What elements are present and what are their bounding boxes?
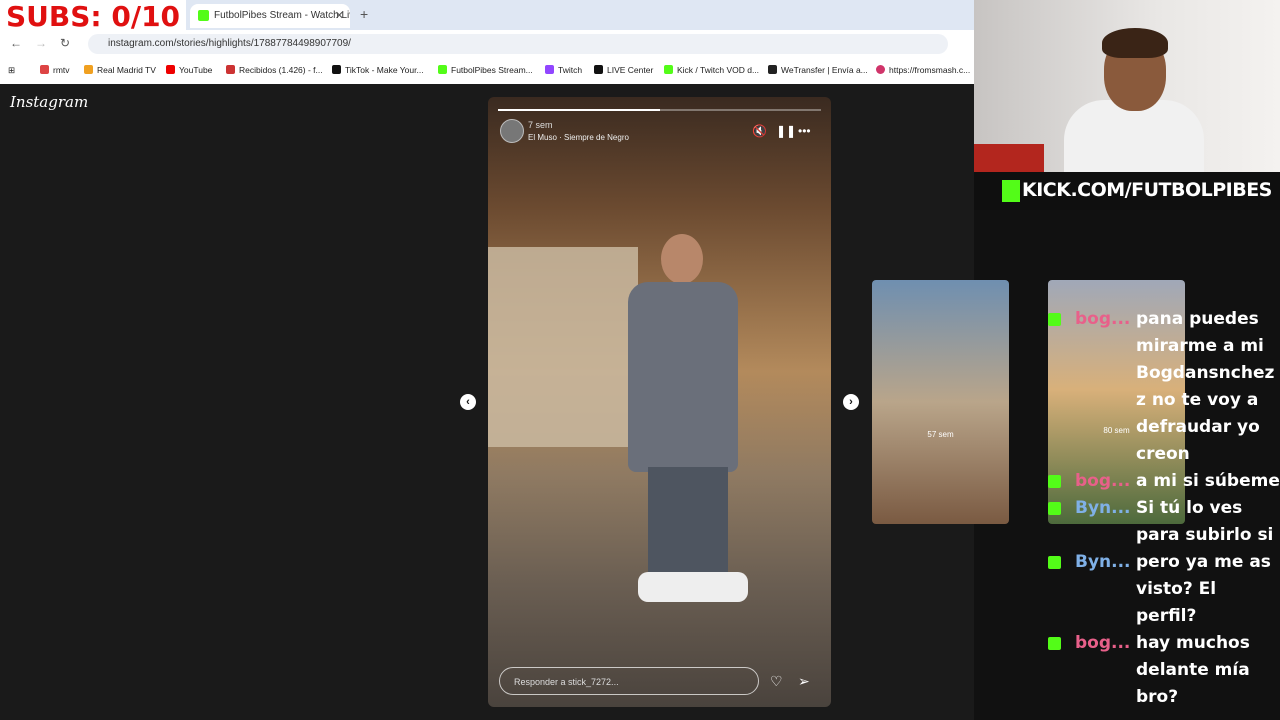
story-viewer[interactable]: 7 sem El Muso · Siempre de Negro 🔇 ❚❚ ••… [488, 97, 831, 707]
send-icon[interactable]: ➢ [798, 673, 810, 690]
story-song[interactable]: El Muso · Siempre de Negro [528, 133, 629, 142]
chat-message: bog... a mi si súbeme [1042, 468, 1280, 495]
thumb-1-time: 57 sem [927, 430, 954, 439]
forward-icon[interactable]: → [35, 36, 47, 50]
kick-url: KICK.COM/FUTBOLPIBES [1022, 179, 1272, 201]
more-options-icon[interactable]: ••• [798, 124, 811, 138]
chat-text: Si tú lo ves para subirlo si [1136, 498, 1274, 545]
story-avatar[interactable] [500, 119, 524, 143]
kick-banner: KICK.COM/FUTBOLPIBES [974, 172, 1280, 210]
bookmark-kick-twitch-vod[interactable]: Kick / Twitch VOD d... [664, 65, 759, 75]
instagram-page: Instagram 7 sem El Muso · Siempre de Neg… [0, 84, 1185, 720]
chat-message: bog... hay muchos delante mía bro? [1042, 630, 1280, 711]
kick-badge-icon [1048, 313, 1061, 326]
chat-overlay: bog... pana puedes mirarme a mi Bogdansn… [1042, 306, 1280, 711]
apps-icon[interactable]: ⊞ [8, 65, 15, 76]
previous-story-button[interactable]: ‹ [460, 394, 476, 410]
webcam-red-object [974, 144, 1044, 172]
bookmark-tiktok[interactable]: TikTok - Make Your... [332, 65, 424, 75]
next-story-thumb-1[interactable]: 57 sem [872, 280, 1009, 524]
bookmark-live-center[interactable]: LIVE Center [594, 65, 653, 75]
story-progress-fill [498, 109, 660, 111]
kick-badge-icon [1048, 556, 1061, 569]
chat-message: Byn... Si tú lo ves para subirlo si [1042, 495, 1280, 549]
kick-badge-icon [1048, 502, 1061, 515]
kick-logo-icon [1002, 180, 1020, 202]
bookmark-rmtv[interactable]: rmtv [40, 65, 70, 75]
story-image-person-legs [648, 467, 728, 577]
chat-username: bog... [1075, 633, 1131, 653]
address-bar[interactable]: instagram.com/stories/highlights/1788778… [88, 34, 948, 54]
story-image-wall [488, 247, 638, 447]
reply-input[interactable]: Responder a stick_7272... [499, 667, 759, 695]
back-icon[interactable]: ← [10, 36, 22, 50]
kick-badge-icon [1048, 637, 1061, 650]
bookmark-fromsmash[interactable]: https://fromsmash.c... [876, 65, 970, 75]
bookmark-gmail[interactable]: Recibidos (1.426) - f... [226, 65, 323, 75]
chat-message: Byn... pero ya me as visto? El perfil? [1042, 549, 1280, 630]
bookmark-futbolpibes[interactable]: FutbolPibes Stream... [438, 65, 533, 75]
bookmarks-bar: ⊞ rmtv Real Madrid TV YouTube Recibidos … [0, 58, 974, 85]
webcam-person-hair [1102, 28, 1168, 58]
webcam-feed [974, 0, 1280, 172]
subs-counter: SUBS: 0/10 [0, 0, 187, 34]
heart-icon[interactable]: ♡ [770, 673, 783, 690]
instagram-logo[interactable]: Instagram [10, 93, 88, 111]
chat-username: bog... [1075, 309, 1131, 329]
mute-icon[interactable]: 🔇 [752, 124, 767, 138]
tab-title: FutbolPibes Stream - Watch Liv [214, 10, 350, 21]
chat-username: bog... [1075, 471, 1131, 491]
kick-favicon-icon [198, 10, 209, 21]
pause-icon[interactable]: ❚❚ [776, 124, 796, 138]
chat-username: Byn... [1075, 552, 1131, 572]
story-progress-bar [498, 109, 821, 111]
bookmark-wetransfer[interactable]: WeTransfer | Envía a... [768, 65, 868, 75]
story-image-person-body [628, 282, 738, 472]
chat-message: bog... pana puedes mirarme a mi Bogdansn… [1042, 306, 1280, 468]
chat-username: Byn... [1075, 498, 1131, 518]
next-story-button[interactable]: › [843, 394, 859, 410]
story-image-person-head [661, 234, 703, 284]
story-image-shoes [638, 572, 748, 602]
bookmark-real-madrid-tv[interactable]: Real Madrid TV [84, 65, 156, 75]
chat-text: pana puedes mirarme a mi Bogdansnchez z … [1136, 309, 1275, 464]
reload-icon[interactable]: ↻ [60, 36, 70, 50]
story-time: 7 sem [528, 120, 553, 130]
bookmark-twitch[interactable]: Twitch [545, 65, 582, 75]
chat-text: hay muchos delante mía bro? [1136, 633, 1250, 707]
tab-futbolpibes[interactable]: FutbolPibes Stream - Watch Liv ✕ [190, 4, 350, 28]
address-row: ← → ↻ instagram.com/stories/highlights/1… [0, 30, 974, 58]
chat-text: pero ya me as visto? El perfil? [1136, 552, 1271, 626]
new-tab-button[interactable]: + [360, 6, 368, 22]
close-tab-icon[interactable]: ✕ [335, 4, 344, 28]
bookmark-youtube[interactable]: YouTube [166, 65, 212, 75]
kick-badge-icon [1048, 475, 1061, 488]
chat-text: a mi si súbeme [1136, 471, 1280, 491]
